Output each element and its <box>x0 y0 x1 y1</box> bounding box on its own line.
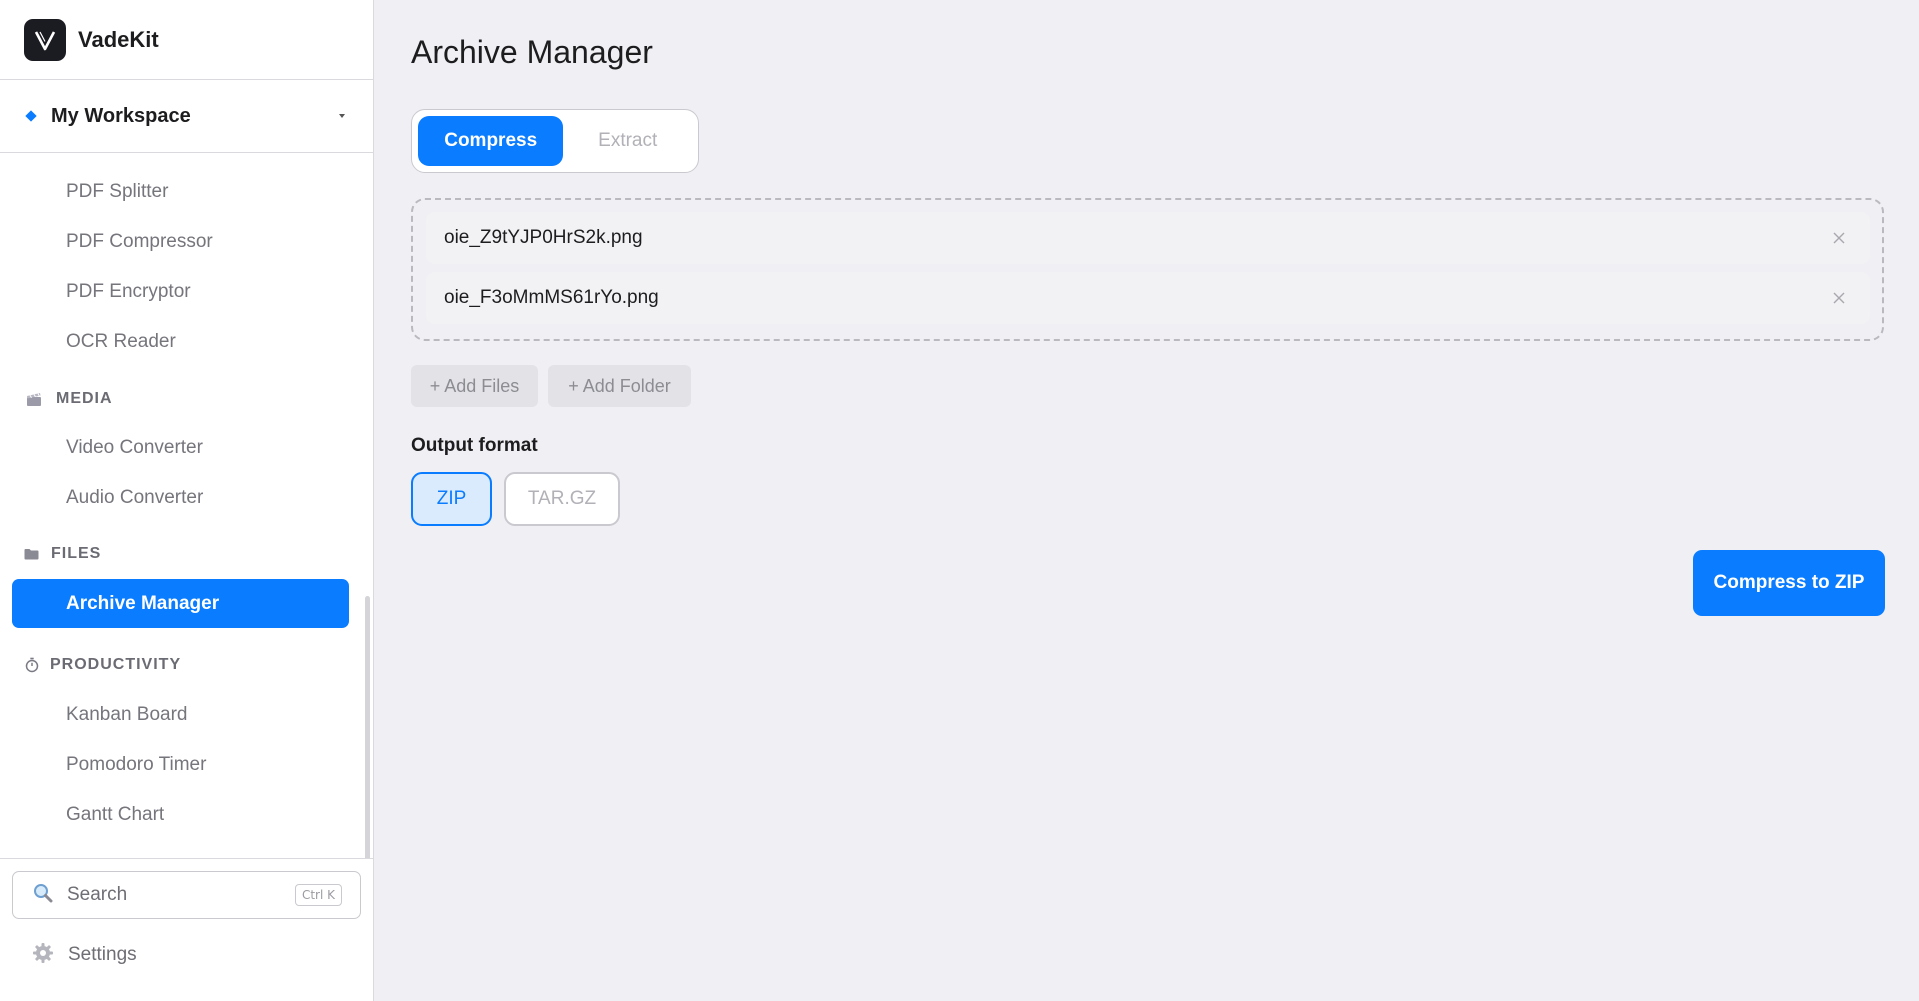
stopwatch-icon <box>24 657 40 673</box>
app-window: VadeKit My Workspace PDF Splitter PDF Co… <box>0 0 1919 1001</box>
compress-button[interactable]: Compress to ZIP <box>1693 550 1885 616</box>
sidebar-nav: PDF Splitter PDF Compressor PDF Encrypto… <box>0 153 373 858</box>
sidebar-item-audio-converter[interactable]: Audio Converter <box>0 473 373 523</box>
search-icon <box>33 883 53 908</box>
workspace-switcher[interactable]: My Workspace <box>0 80 373 153</box>
add-folder-button[interactable]: + Add Folder <box>548 365 691 407</box>
file-list-item: oie_Z9tYJP0HrS2k.png <box>426 212 1870 264</box>
remove-file-icon[interactable] <box>1830 289 1848 307</box>
format-zip-option[interactable]: ZIP <box>411 472 492 526</box>
sidebar-item-pomodoro-timer[interactable]: Pomodoro Timer <box>0 740 373 790</box>
section-title: MEDIA <box>56 390 113 407</box>
sidebar-item-kanban-board[interactable]: Kanban Board <box>0 690 373 740</box>
sidebar-item-archive-manager[interactable]: Archive Manager <box>12 579 349 628</box>
gear-icon <box>32 942 54 969</box>
section-title: PRODUCTIVITY <box>50 656 182 673</box>
settings-button[interactable]: Settings <box>12 927 361 983</box>
v-logo-icon <box>24 18 66 61</box>
sidebar-item-gantt-chart[interactable]: Gantt Chart <box>0 790 373 840</box>
sidebar-scrollbar[interactable] <box>365 596 370 858</box>
brand-header: VadeKit <box>0 0 373 80</box>
section-files: FILES <box>0 529 373 579</box>
tab-extract[interactable]: Extract <box>563 116 692 166</box>
file-list-item: oie_F3oMmMS61rYo.png <box>426 272 1870 324</box>
file-dropzone[interactable]: oie_Z9tYJP0HrS2k.png oie_F3oMmMS61rYo.pn… <box>411 198 1884 341</box>
clapperboard-icon <box>26 391 42 407</box>
brand-name: VadeKit <box>78 26 159 52</box>
sidebar-item-pdf-splitter[interactable]: PDF Splitter <box>0 167 373 217</box>
diamond-icon <box>25 110 37 122</box>
caret-down-icon <box>339 114 345 118</box>
sidebar-item-ocr-reader[interactable]: OCR Reader <box>0 317 373 367</box>
search-input[interactable]: Search Ctrl K <box>12 871 361 919</box>
page-title: Archive Manager <box>411 34 653 70</box>
add-files-button[interactable]: + Add Files <box>411 365 538 407</box>
format-targz-option[interactable]: TAR.GZ <box>504 472 620 526</box>
sidebar-item-video-converter[interactable]: Video Converter <box>0 423 373 473</box>
main-content: Archive Manager Compress Extract oie_Z9t… <box>374 0 1919 1001</box>
section-media: MEDIA <box>0 375 373 423</box>
sidebar: VadeKit My Workspace PDF Splitter PDF Co… <box>0 0 374 1001</box>
file-name: oie_F3oMmMS61rYo.png <box>444 287 659 308</box>
settings-label: Settings <box>68 944 137 965</box>
output-format-label: Output format <box>411 435 538 456</box>
workspace-label: My Workspace <box>51 104 191 127</box>
sidebar-item-pdf-encryptor[interactable]: PDF Encryptor <box>0 267 373 317</box>
sidebar-item-pdf-compressor[interactable]: PDF Compressor <box>0 217 373 267</box>
mode-segmented-control: Compress Extract <box>411 109 699 173</box>
search-shortcut-badge: Ctrl K <box>294 884 342 906</box>
remove-file-icon[interactable] <box>1830 229 1848 247</box>
section-productivity: PRODUCTIVITY <box>0 640 373 690</box>
section-title: FILES <box>51 545 102 562</box>
folder-icon <box>24 548 39 560</box>
tab-compress[interactable]: Compress <box>418 116 564 166</box>
search-label: Search <box>67 884 128 905</box>
sidebar-footer: Search Ctrl K Settings <box>0 858 373 1001</box>
file-name: oie_Z9tYJP0HrS2k.png <box>444 227 643 248</box>
